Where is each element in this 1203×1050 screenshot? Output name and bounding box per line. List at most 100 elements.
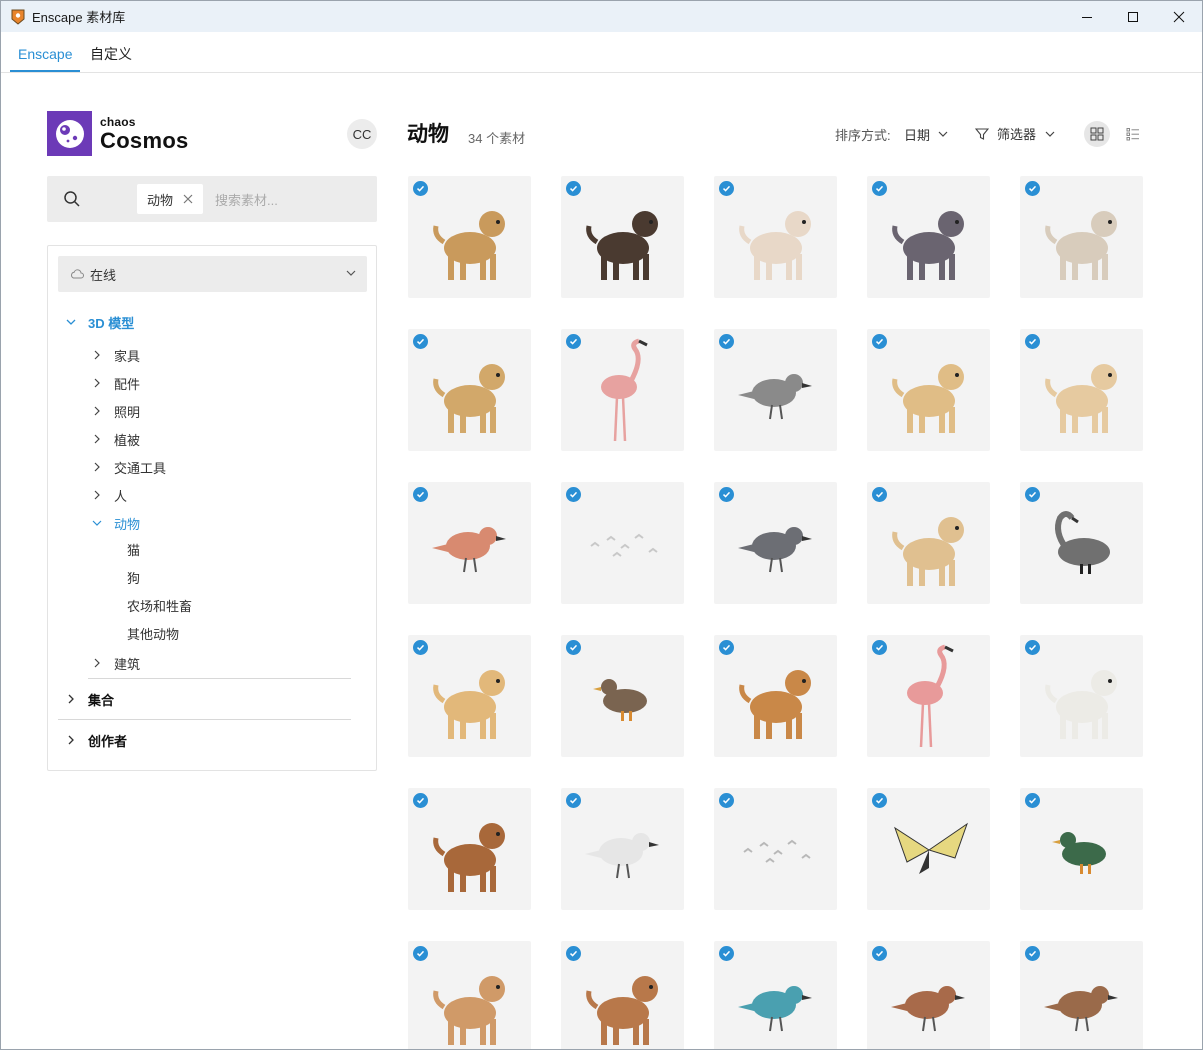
asset-card-hound-lying[interactable] [561,941,684,1049]
checkmark-icon[interactable] [872,334,887,349]
sort-dropdown[interactable]: 日期 [904,125,930,144]
checkmark-icon[interactable] [413,487,428,502]
tree-item-accessories[interactable]: 配件 [90,373,140,393]
tree-item-furniture[interactable]: 家具 [90,345,140,365]
chevron-right-icon [90,348,104,362]
checkmark-icon[interactable] [413,946,428,961]
checkmark-icon[interactable] [872,181,887,196]
asset-card-bird-flock[interactable] [561,482,684,604]
chevron-down-icon [345,267,357,279]
checkmark-icon[interactable] [1025,946,1040,961]
chip-remove-icon[interactable] [183,194,193,204]
asset-card-lying-golden-dog[interactable] [408,329,531,451]
checkmark-icon[interactable] [566,946,581,961]
checkmark-icon[interactable] [719,793,734,808]
asset-card-labrador[interactable] [867,329,990,451]
asset-card-flying-seagull[interactable] [714,329,837,451]
asset-card-labrador-walking[interactable] [1020,329,1143,451]
minimize-button[interactable] [1064,1,1110,32]
asset-card-golden-retriever-blue-scarf[interactable] [408,176,531,298]
checkmark-icon[interactable] [413,640,428,655]
search-bar[interactable]: 动物 搜索素材... [47,176,377,222]
asset-card-flamingo[interactable] [561,329,684,451]
list-icon [1126,128,1139,141]
asset-card-bullfinch[interactable] [408,482,531,604]
user-avatar[interactable]: CC [347,119,377,149]
tree-label: 集合 [88,692,115,708]
checkmark-icon[interactable] [566,181,581,196]
checkmark-icon[interactable] [1025,793,1040,808]
asset-card-shepherd-lying[interactable] [714,635,837,757]
list-view-button[interactable] [1120,121,1146,147]
asset-card-butterfly[interactable] [867,788,990,910]
checkmark-icon[interactable] [413,793,428,808]
checkmark-icon[interactable] [566,334,581,349]
bird-icon [585,833,659,879]
tree-item-vegetation[interactable]: 植被 [90,429,140,449]
tree-sub-farm[interactable]: 农场和牲畜 [127,597,192,617]
tree-3d-models[interactable]: 3D 模型 [64,312,134,332]
checkmark-icon[interactable] [1025,334,1040,349]
checkmark-icon[interactable] [872,640,887,655]
checkmark-icon[interactable] [566,793,581,808]
checkmark-icon[interactable] [719,640,734,655]
asset-card-rottweiler[interactable] [561,176,684,298]
tree-item-architecture[interactable]: 建筑 [90,653,140,673]
close-button[interactable] [1156,1,1202,32]
dog-icon [1045,211,1117,280]
checkmark-icon[interactable] [872,793,887,808]
checkmark-icon[interactable] [566,640,581,655]
checkmark-icon[interactable] [872,487,887,502]
checkmark-icon[interactable] [719,334,734,349]
swan-icon [1055,511,1110,574]
checkmark-icon[interactable] [719,946,734,961]
tree-item-people[interactable]: 人 [90,485,127,505]
asset-card-pigeon[interactable] [714,482,837,604]
checkmark-icon[interactable] [413,181,428,196]
tree-sub-dogs[interactable]: 狗 [127,569,140,589]
tab-enscape[interactable]: Enscape [10,32,81,72]
asset-card-cocker-spaniel[interactable] [408,941,531,1049]
asset-card-sitting-golden[interactable] [408,635,531,757]
checkmark-icon[interactable] [1025,487,1040,502]
grid-view-button[interactable] [1084,121,1110,147]
checkmark-icon[interactable] [872,946,887,961]
tab-custom[interactable]: 自定义 [82,32,140,72]
asset-card-duck[interactable] [561,635,684,757]
tree-label: 创作者 [88,733,128,749]
tree-item-lighting[interactable]: 照明 [90,401,140,421]
tree-sub-cats[interactable]: 猫 [127,541,140,561]
checkmark-icon[interactable] [1025,181,1040,196]
tree-item-vehicles[interactable]: 交通工具 [90,457,166,477]
filter-button[interactable]: 筛选器 [975,124,1056,143]
search-input[interactable]: 搜索素材... [215,190,278,209]
asset-card-puppy[interactable] [867,482,990,604]
asset-card-swan[interactable] [1020,482,1143,604]
funnel-icon [975,127,989,140]
source-dropdown[interactable]: 在线 [58,256,367,292]
tree-item-animals[interactable]: 动物 [90,513,140,533]
tree-sub-other[interactable]: 其他动物 [127,625,179,645]
asset-card-mallard[interactable] [1020,788,1143,910]
asset-card-husky[interactable] [867,176,990,298]
asset-card-chaffinch[interactable] [867,941,990,1049]
brand-big: Cosmos [100,127,189,153]
asset-card-seagull[interactable] [561,788,684,910]
asset-card-kingfisher[interactable] [714,941,837,1049]
checkmark-icon[interactable] [566,487,581,502]
asset-card-maltese[interactable] [1020,635,1143,757]
asset-card-wren[interactable] [1020,941,1143,1049]
checkmark-icon[interactable] [1025,640,1040,655]
asset-card-beagle-sitting[interactable] [408,788,531,910]
checkmark-icon[interactable] [719,181,734,196]
tree-collections[interactable]: 集合 [64,689,114,709]
tree-label: 3D 模型 [88,315,135,331]
asset-card-seagull-flock[interactable] [714,788,837,910]
asset-card-white-brown-dog[interactable] [714,176,837,298]
tree-creators[interactable]: 创作者 [64,730,127,750]
maximize-button[interactable] [1110,1,1156,32]
checkmark-icon[interactable] [719,487,734,502]
asset-card-poodle[interactable] [1020,176,1143,298]
checkmark-icon[interactable] [413,334,428,349]
asset-card-flamingo-standing[interactable] [867,635,990,757]
